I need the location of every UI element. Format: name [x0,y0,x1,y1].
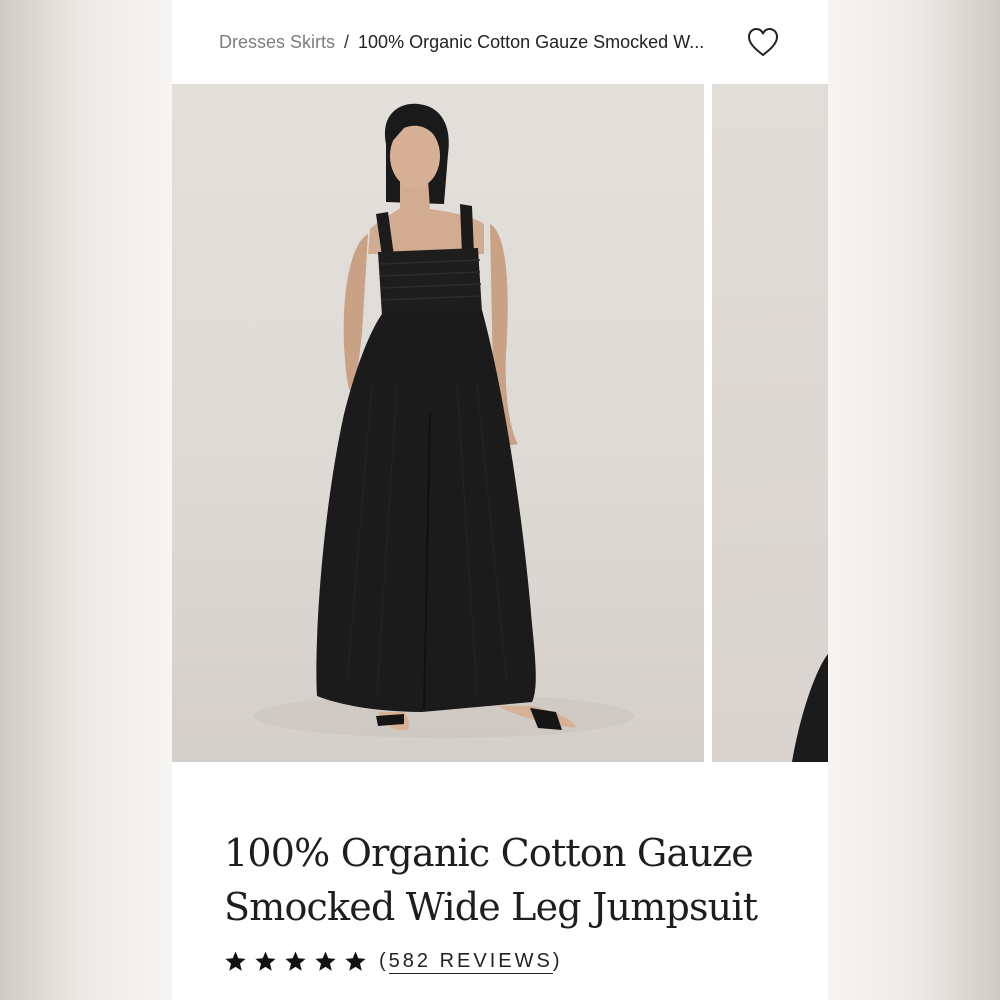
product-image-next[interactable] [712,84,828,762]
reviews-close-paren: ) [552,949,563,972]
image-gallery[interactable] [172,84,828,762]
breadcrumb-parent-link[interactable]: Dresses Skirts [219,32,335,53]
star-rating [224,950,367,973]
breadcrumb: Dresses Skirts / 100% Organic Cotton Gau… [219,30,704,54]
star-icon [255,950,276,971]
model-illustration [254,103,634,738]
breadcrumb-separator: / [344,31,350,52]
product-title-line-2: Smocked Wide Leg Jumpsuit [224,885,758,929]
breadcrumb-current: 100% Organic Cotton Gauze Smocked W... [358,31,705,52]
product-page: Dresses Skirts / 100% Organic Cotton Gau… [172,0,828,1000]
heart-icon[interactable] [746,26,780,58]
product-image-main[interactable] [172,84,704,762]
rating-row: (582 REVIEWS) [224,946,563,976]
reviews-link[interactable]: (582 REVIEWS) [379,949,563,974]
reviews-count: 582 REVIEWS [388,949,553,974]
top-bar: Dresses Skirts / 100% Organic Cotton Gau… [172,0,828,84]
product-title-line-1: 100% Organic Cotton Gauze [224,831,754,875]
product-title: 100% Organic Cotton Gauze Smocked Wide L… [224,826,804,934]
partial-model-illustration [792,654,828,762]
star-icon [345,950,366,971]
star-icon [285,950,306,971]
star-icon [225,950,246,971]
star-icon [315,950,336,971]
reviews-open-paren: ( [379,949,389,972]
